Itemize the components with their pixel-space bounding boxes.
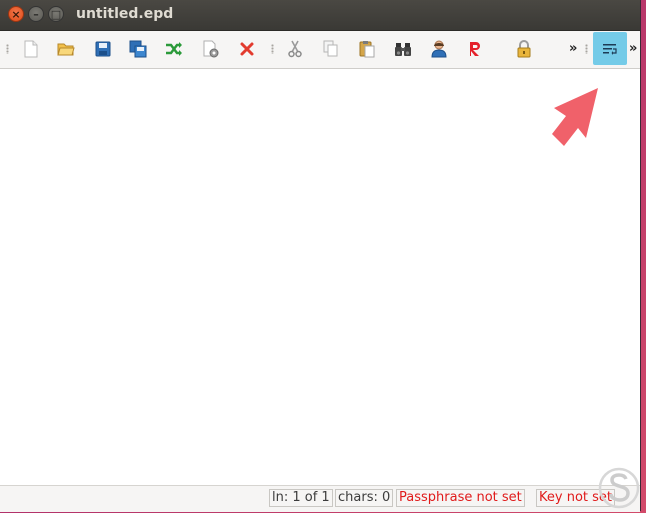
save-as-button[interactable] (128, 39, 148, 59)
open-folder-icon (57, 43, 75, 56)
word-wrap-button[interactable] (593, 32, 627, 65)
user-key-icon (431, 40, 447, 58)
cut-button[interactable] (285, 39, 305, 59)
properties-button[interactable] (201, 39, 221, 59)
close-document-button[interactable] (237, 39, 257, 59)
new-document-button[interactable] (21, 39, 41, 59)
passphrase-status: Passphrase not set (396, 489, 525, 507)
shuffle-arrows-icon (166, 42, 182, 56)
toolbar-separator-grip (585, 44, 588, 54)
red-r-icon (470, 42, 480, 56)
copy-button[interactable] (321, 39, 341, 59)
status-bar: ln: 1 of 1 chars: 0 Passphrase not set K… (0, 485, 640, 512)
recipients-button[interactable] (465, 39, 485, 59)
red-x-icon (240, 42, 254, 56)
window-maximize-button[interactable]: □ (48, 6, 64, 22)
save-button[interactable] (93, 39, 113, 59)
padlock-icon (517, 40, 531, 58)
pointer-arrow-annotation (552, 88, 598, 146)
title-bar[interactable]: × – □ untitled.epd (0, 0, 640, 31)
app-window: × – □ untitled.epd » » ln: 1 of 1 chars:… (0, 0, 641, 512)
watermark-logo (598, 467, 640, 509)
reload-button[interactable] (164, 39, 184, 59)
save-disk-icon (95, 41, 111, 57)
set-key-button[interactable] (429, 39, 449, 59)
toolbar-separator-grip (271, 44, 274, 54)
paste-button[interactable] (357, 39, 377, 59)
toolbar: » » (0, 31, 640, 69)
copy-icon (323, 40, 338, 57)
window-close-button[interactable]: × (8, 6, 24, 22)
save-as-icon (129, 40, 147, 58)
window-title: untitled.epd (76, 6, 174, 22)
window-minimize-button[interactable]: – (28, 6, 44, 22)
chars-counter: chars: 0 (335, 489, 394, 507)
text-editor-area[interactable] (2, 69, 638, 483)
paste-clipboard-icon (359, 41, 375, 58)
toolbar-overflow-chevron[interactable]: » (569, 41, 577, 57)
word-wrap-icon (603, 43, 617, 55)
binoculars-icon (395, 43, 411, 56)
toolbar-overflow-chevron-2[interactable]: » (629, 41, 637, 57)
open-button[interactable] (56, 39, 76, 59)
document-gear-icon (203, 40, 219, 58)
new-document-icon (24, 40, 38, 58)
toolbar-grip[interactable] (6, 44, 9, 54)
passphrase-button[interactable] (514, 39, 534, 59)
scissors-icon (288, 40, 302, 58)
find-button[interactable] (393, 39, 413, 59)
line-indicator: ln: 1 of 1 (269, 489, 333, 507)
